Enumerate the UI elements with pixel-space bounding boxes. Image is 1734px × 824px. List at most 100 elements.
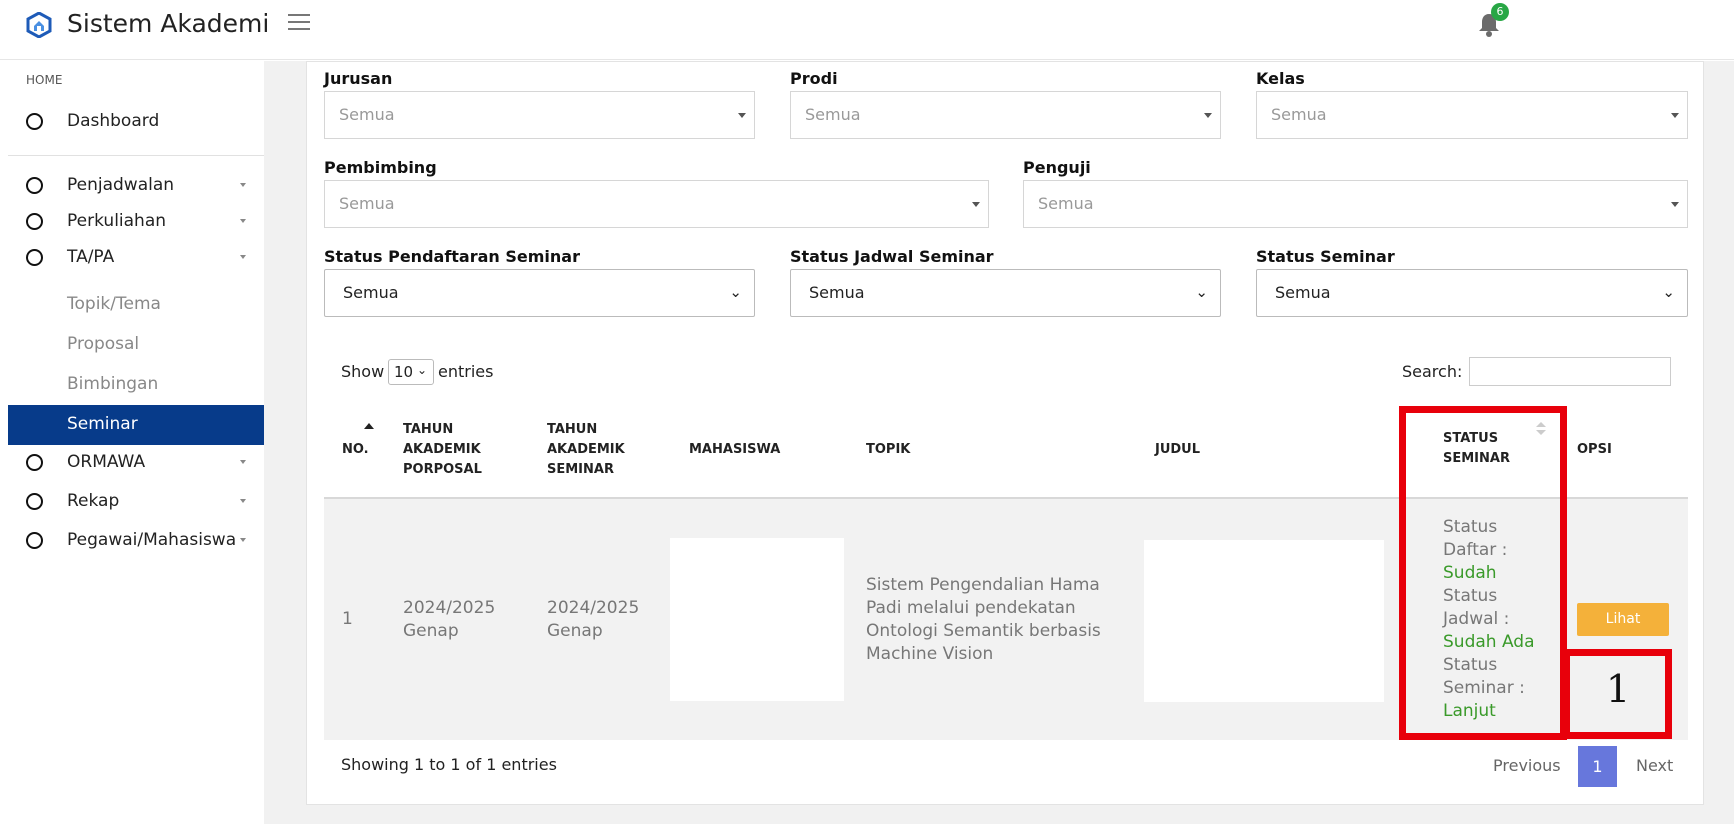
cell-topik: Sistem Pengendalian Hama Padi melalui pe… — [866, 574, 1101, 666]
sidebar-divider — [8, 155, 264, 156]
sidebar-subitem-bimbingan[interactable]: Bimbingan — [8, 365, 264, 405]
pembimbing-select[interactable]: Semua — [324, 180, 989, 228]
header-line: TAHUN — [403, 422, 454, 437]
header-line: AKADEMIK — [403, 442, 481, 457]
header-line: TAHUN — [547, 422, 598, 437]
search-input[interactable] — [1469, 357, 1671, 386]
status-seminar-select[interactable]: Semua ⌄ — [1256, 269, 1688, 317]
sidebar-subitem-proposal[interactable]: Proposal — [8, 325, 264, 365]
caret-down-icon — [240, 499, 246, 503]
col-header-mahasiswa[interactable]: MAHASISWA — [689, 440, 780, 460]
sidebar-item-label: Dashboard — [67, 111, 160, 131]
status-jadwal-select[interactable]: Semua ⌄ — [790, 269, 1221, 317]
cell-line: Padi melalui pendekatan — [866, 598, 1076, 618]
entries-length-select[interactable]: 10 ⌄ — [388, 359, 434, 385]
header-line: AKADEMIK — [547, 442, 625, 457]
prodi-select[interactable]: Semua — [790, 91, 1221, 139]
sidebar-item-ormawa[interactable]: ORMAWA — [8, 445, 264, 481]
hamburger-icon[interactable] — [288, 14, 310, 32]
caret-down-icon — [240, 538, 246, 542]
filter-label-status-pendaftaran: Status Pendaftaran Seminar — [324, 247, 580, 266]
cell-judul-redacted — [1144, 540, 1384, 702]
col-header-judul[interactable]: JUDUL — [1155, 440, 1200, 460]
col-header-tahun-seminar[interactable]: TAHUN AKADEMIK SEMINAR — [547, 420, 625, 480]
sidebar-item-penjadwalan[interactable]: Penjadwalan — [8, 168, 264, 204]
circle-icon — [26, 213, 43, 230]
sidebar-item-label: TA/PA — [67, 247, 115, 267]
pagination-previous[interactable]: Previous — [1493, 756, 1561, 775]
circle-icon — [26, 177, 43, 194]
sort-ascending-icon — [364, 423, 374, 429]
caret-down-icon — [240, 219, 246, 223]
pagination-page-1[interactable]: 1 — [1578, 746, 1617, 787]
caret-down-icon — [972, 202, 980, 207]
sidebar-subitem-label: Proposal — [67, 334, 140, 354]
cell-line: Genap — [403, 621, 459, 641]
cell-line: Sistem Pengendalian Hama — [866, 575, 1100, 595]
select-value: Semua — [339, 105, 395, 124]
select-value: Semua — [339, 194, 395, 213]
chevron-down-icon: ⌄ — [729, 283, 742, 301]
sidebar-subitem-label: Bimbingan — [67, 374, 159, 394]
chevron-down-icon: ⌄ — [1662, 283, 1675, 301]
jurusan-select[interactable]: Semua — [324, 91, 755, 139]
notification-count-badge: 6 — [1491, 3, 1509, 21]
filter-label-jurusan: Jurusan — [324, 69, 393, 88]
table-info: Showing 1 to 1 of 1 entries — [341, 755, 557, 774]
sidebar: HOME Dashboard Penjadwalan Perkuliahan T… — [8, 61, 264, 824]
annotation-number: 1 — [1606, 667, 1631, 711]
cell-line: 2024/2025 — [403, 598, 496, 618]
top-navbar: Sistem Akademik 6 — [0, 0, 1734, 60]
cell-line: 2024/2025 — [547, 598, 640, 618]
status-pendaftaran-select[interactable]: Semua ⌄ — [324, 269, 755, 317]
select-value: Semua — [1271, 105, 1327, 124]
col-header-tahun-proposal[interactable]: TAHUN AKADEMIK PORPOSAL — [403, 420, 482, 480]
col-header-no[interactable]: NO. — [342, 440, 369, 460]
cell-tahun-seminar: 2024/2025 Genap — [547, 597, 639, 643]
filter-label-status-seminar: Status Seminar — [1256, 247, 1395, 266]
kelas-select[interactable]: Semua — [1256, 91, 1688, 139]
select-value: 10 — [394, 363, 414, 381]
cell-tahun-proposal: 2024/2025 Genap — [403, 597, 495, 643]
sidebar-subitem-label: Topik/Tema — [67, 294, 161, 314]
sidebar-item-label: Perkuliahan — [67, 211, 167, 231]
circle-icon — [26, 249, 43, 266]
sidebar-item-pegawai[interactable]: Pegawai/Mahasiswa — [8, 523, 264, 559]
entries-label: entries — [438, 362, 494, 381]
header-line: PORPOSAL — [403, 462, 482, 477]
circle-icon — [26, 113, 43, 130]
filter-label-prodi: Prodi — [790, 69, 838, 88]
sidebar-item-label: ORMAWA — [67, 452, 146, 472]
app-title[interactable]: Sistem Akademik — [67, 9, 267, 38]
circle-icon — [26, 532, 43, 549]
penguji-select[interactable]: Semua — [1023, 180, 1688, 228]
circle-icon — [26, 493, 43, 510]
circle-icon — [26, 454, 43, 471]
sidebar-item-label: Rekap — [67, 491, 120, 511]
caret-down-icon — [1671, 113, 1679, 118]
caret-down-icon — [240, 183, 246, 187]
select-value: Semua — [1038, 194, 1094, 213]
sidebar-item-perkuliahan[interactable]: Perkuliahan — [8, 204, 264, 240]
filter-label-kelas: Kelas — [1256, 69, 1305, 88]
sidebar-item-rekap[interactable]: Rekap — [8, 484, 264, 520]
pagination-next[interactable]: Next — [1636, 756, 1673, 775]
caret-down-icon — [1204, 113, 1212, 118]
app-logo-icon[interactable] — [26, 12, 52, 38]
sidebar-item-tapa[interactable]: TA/PA — [8, 240, 264, 276]
sidebar-item-dashboard[interactable]: Dashboard — [8, 104, 264, 140]
filter-label-penguji: Penguji — [1023, 158, 1091, 177]
col-header-topik[interactable]: TOPIK — [866, 440, 910, 460]
filter-label-status-jadwal: Status Jadwal Seminar — [790, 247, 994, 266]
cell-line: Machine Vision — [866, 644, 994, 664]
chevron-down-icon: ⌄ — [1195, 283, 1208, 301]
select-value: Semua — [1275, 283, 1331, 302]
select-value: Semua — [809, 283, 865, 302]
cell-line: Ontologi Semantik berbasis — [866, 621, 1101, 641]
caret-down-icon — [738, 113, 746, 118]
lihat-button[interactable]: Lihat — [1577, 603, 1669, 636]
cell-mahasiswa-redacted — [670, 538, 844, 701]
sidebar-subitem-topik[interactable]: Topik/Tema — [8, 285, 264, 325]
sidebar-subitem-seminar[interactable]: Seminar — [8, 405, 264, 445]
cell-line: Genap — [547, 621, 603, 641]
